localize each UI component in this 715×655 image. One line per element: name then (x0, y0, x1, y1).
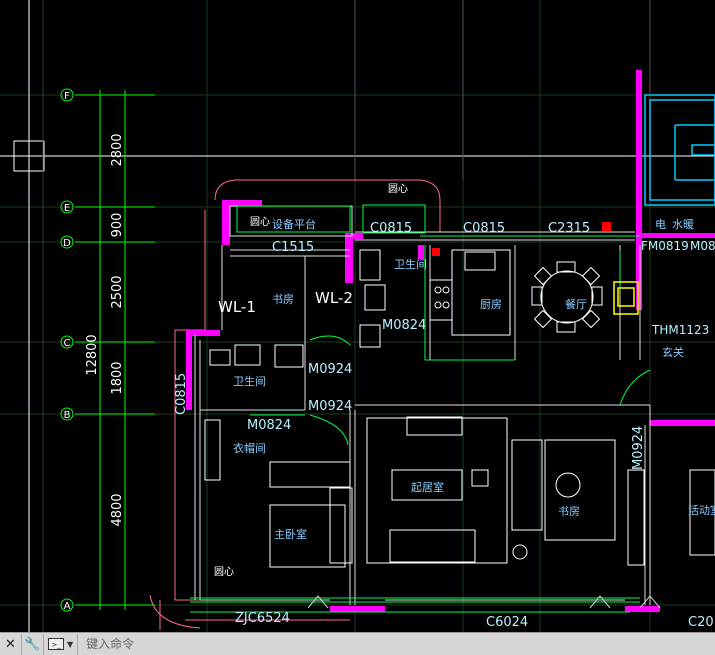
label-m0824-b: M0824 (247, 418, 291, 433)
label-c1515: C1515 (272, 240, 314, 255)
room-closet: 衣帽间 (233, 441, 266, 455)
wrench-icon[interactable]: 🔧 (22, 633, 44, 655)
room-kitchen: 厨房 (480, 298, 502, 311)
axis-bubbles (60, 88, 74, 612)
floor-plan[interactable]: F E D C B A 2800 900 2500 1800 4800 1280… (0, 0, 715, 632)
dim-12800: 12800 (85, 334, 100, 375)
command-bar: ✕ 🔧 >_ ▼ (0, 632, 715, 655)
dim-4800: 4800 (110, 493, 125, 526)
label-fm0819: FM0819 (641, 239, 689, 253)
axis-label-a: A (64, 601, 71, 612)
axis-label-e: E (64, 203, 70, 214)
yellow-appliance (613, 281, 639, 315)
command-prompt-icon: >_ (48, 638, 64, 650)
room-bath-top: 卫生间 (394, 257, 427, 271)
dining-table (531, 261, 603, 333)
walls (186, 70, 715, 612)
label-m0924-b: M0924 (308, 399, 352, 414)
label-zjc6524: ZJC6524 (235, 611, 290, 626)
room-bath-left: 卫生间 (233, 374, 266, 388)
command-input[interactable] (78, 633, 715, 655)
label-m082: M082 (690, 239, 715, 253)
symbol-yuanxin-top: 圆心 (388, 183, 408, 195)
label-thm: THM1123 (651, 323, 709, 337)
room-elec: 电 (655, 218, 666, 231)
close-icon[interactable]: ✕ (0, 633, 22, 655)
label-c0815-top: C0815 (370, 221, 412, 236)
red-marker-2 (432, 248, 440, 256)
label-c2315: C2315 (548, 221, 590, 236)
room-study-top: 书房 (272, 293, 294, 306)
label-c0815-left: C0815 (174, 373, 189, 415)
grid-lines-white (354, 0, 651, 180)
symbol-yuanxin-bottom: 圆心 (214, 566, 234, 578)
label-wl1: WL-1 (218, 298, 256, 316)
axis-label-c: C (64, 338, 71, 349)
label-m0924-a: M0924 (308, 362, 352, 377)
room-dining: 餐厅 (565, 297, 587, 311)
label-c20: C20 (688, 615, 714, 630)
label-wl2: WL-2 (315, 289, 353, 307)
room-equipment-platform: 设备平台 (272, 217, 316, 231)
command-history-dropdown[interactable]: >_ ▼ (44, 633, 79, 655)
dim-1800: 1800 (110, 361, 125, 394)
dim-900: 900 (110, 213, 125, 238)
room-study-main: 书房 (558, 505, 580, 518)
red-marker (602, 222, 611, 231)
room-entrance: 玄关 (662, 345, 684, 359)
label-c6024: C6024 (486, 615, 528, 630)
room-activity: 活动室 (688, 503, 715, 517)
symbol-yuanxin-platform: 圆心 (250, 216, 270, 228)
room-water: 水暖 (672, 218, 694, 231)
axis-label-f: F (64, 91, 70, 102)
axis-label-b: B (64, 410, 71, 421)
chevron-down-icon: ▼ (67, 639, 74, 649)
kitchen-fixtures (429, 249, 511, 336)
room-living: 起居室 (411, 480, 444, 494)
label-c0815-top2: C0815 (463, 221, 505, 236)
window-top-right (644, 94, 715, 206)
axis-label-d: D (63, 238, 71, 249)
dim-2800: 2800 (110, 133, 125, 166)
label-m0824-a: M0824 (382, 318, 426, 333)
drawing-canvas[interactable]: F E D C B A 2800 900 2500 1800 4800 1280… (0, 0, 715, 632)
room-master-bed: 主卧室 (274, 527, 307, 541)
label-m0924-right: M0924 (631, 426, 646, 470)
dim-2500: 2500 (110, 275, 125, 308)
